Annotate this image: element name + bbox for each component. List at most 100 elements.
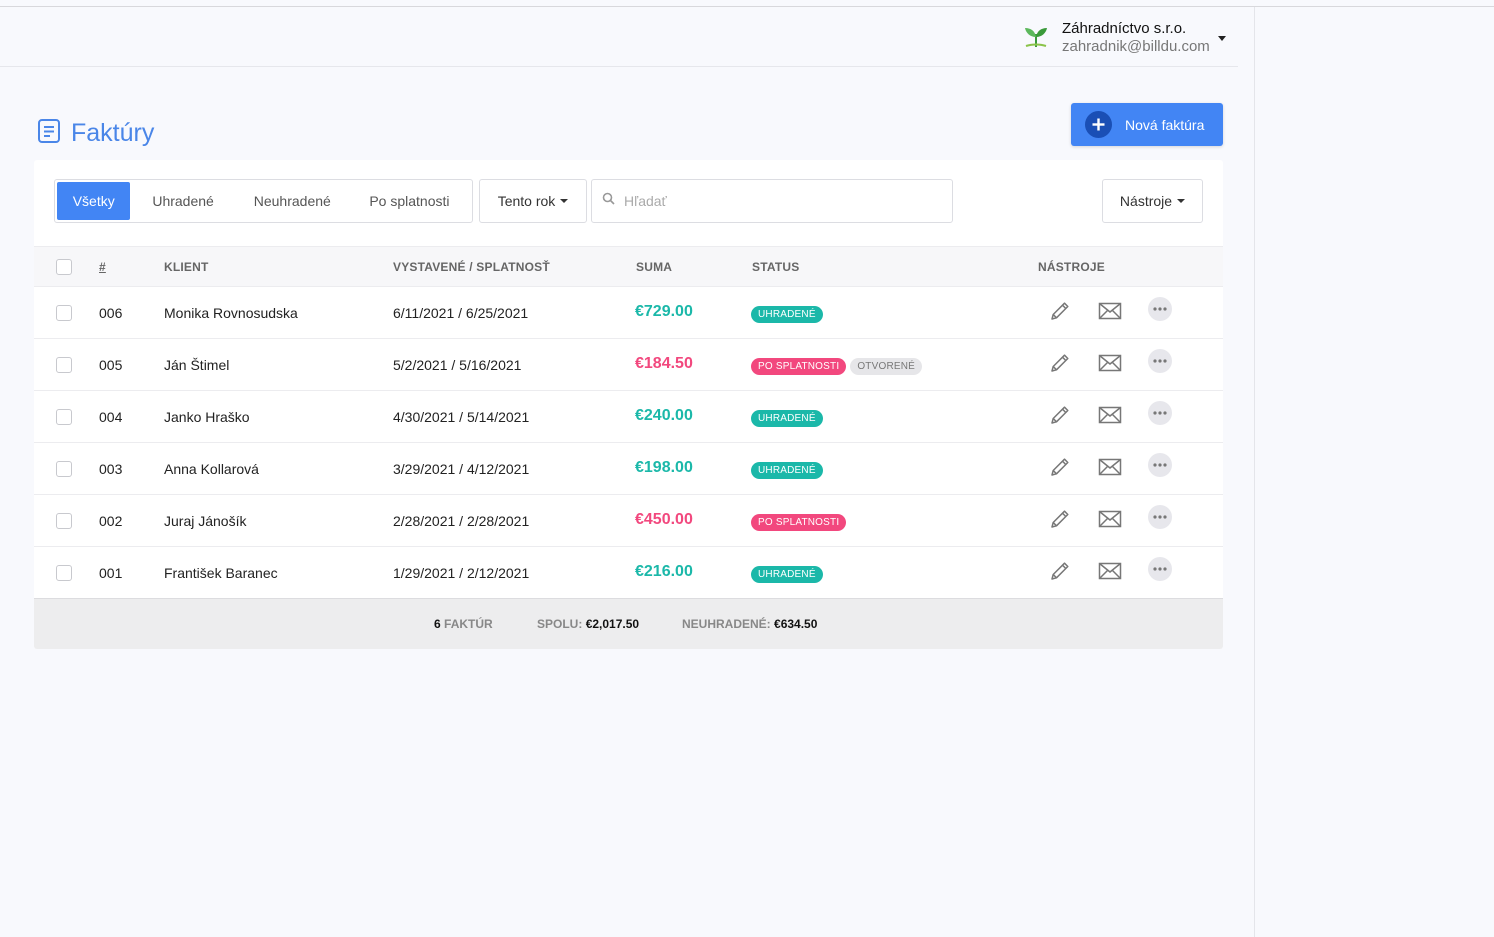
invoice-count-label: FAKTÚR — [444, 617, 493, 631]
edit-pencil-icon[interactable] — [1048, 299, 1072, 323]
total-sum-value: €2,017.50 — [585, 617, 640, 631]
search-icon — [602, 192, 615, 210]
search-box — [591, 179, 953, 223]
invoice-amount: €450.00 — [635, 511, 693, 528]
invoice-number: 002 — [99, 513, 123, 529]
row-checkbox[interactable] — [56, 305, 72, 321]
status-badges: Po splatnosti — [751, 514, 850, 531]
row-checkbox[interactable] — [56, 409, 72, 425]
row-checkbox[interactable] — [56, 513, 72, 529]
status-badges: Po splatnosti Otvorené — [751, 358, 926, 375]
row-checkbox[interactable] — [56, 565, 72, 581]
edit-pencil-icon[interactable] — [1048, 351, 1072, 375]
more-options-icon[interactable] — [1148, 453, 1172, 477]
table-row[interactable]: 003 Anna Kollarová 3/29/2021 / 4/12/2021… — [34, 443, 1223, 495]
total-sum-label: SPOLU: — [537, 617, 583, 631]
total-sum: SPOLU: €2,017.50 — [537, 617, 639, 631]
sprout-logo-icon — [1018, 20, 1054, 56]
header-number[interactable]: # — [99, 260, 106, 274]
edit-pencil-icon[interactable] — [1048, 455, 1072, 479]
header-dates: VYSTAVENÉ / SPLATNOSŤ — [393, 260, 550, 274]
tools-dropdown[interactable]: Nástroje — [1102, 179, 1203, 223]
more-options-icon[interactable] — [1148, 557, 1172, 581]
invoice-amount: €240.00 — [635, 407, 693, 424]
edit-pencil-icon[interactable] — [1048, 403, 1072, 427]
client-name[interactable]: Monika Rovnosudska — [164, 305, 298, 321]
table-row[interactable]: 004 Janko Hraško 4/30/2021 / 5/14/2021 €… — [34, 391, 1223, 443]
invoice-amount: €729.00 — [635, 303, 693, 320]
client-name[interactable]: František Baranec — [164, 565, 278, 581]
table-row[interactable]: 005 Ján Štimel 5/2/2021 / 5/16/2021 €184… — [34, 339, 1223, 391]
invoice-count: 6 FAKTÚR — [434, 617, 493, 631]
chevron-down-icon — [1217, 35, 1226, 41]
send-mail-icon[interactable] — [1098, 351, 1122, 375]
status-badges: Uhradené — [751, 462, 827, 479]
invoice-dates: 4/30/2021 / 5/14/2021 — [393, 409, 530, 425]
status-badges: Uhradené — [751, 566, 827, 583]
select-all-checkbox[interactable] — [56, 259, 72, 275]
page-title: Faktúry — [71, 119, 155, 147]
client-name[interactable]: Ján Štimel — [164, 357, 229, 373]
unpaid-sum: NEUHRADENÉ: €634.50 — [682, 617, 817, 631]
invoice-amount: €184.50 — [635, 355, 693, 372]
search-input[interactable] — [624, 193, 924, 209]
header-status: STATUS — [752, 260, 800, 274]
unpaid-sum-label: NEUHRADENÉ: — [682, 617, 771, 631]
status-badge: Uhradené — [751, 410, 823, 427]
status-badge: Uhradené — [751, 306, 823, 323]
tools-dropdown-label: Nástroje — [1119, 193, 1173, 209]
caret-down-icon — [1177, 199, 1186, 203]
invoice-dates: 6/11/2021 / 6/25/2021 — [393, 305, 529, 321]
header-amount: SUMA — [636, 260, 673, 274]
period-dropdown-label: Tento rok — [497, 193, 556, 209]
status-badge: Po splatnosti — [751, 514, 847, 531]
invoice-dates: 5/2/2021 / 5/16/2021 — [393, 357, 522, 373]
unpaid-sum-value: €634.50 — [774, 617, 818, 631]
table-row[interactable]: 006 Monika Rovnosudska 6/11/2021 / 6/25/… — [34, 287, 1223, 339]
invoice-dates: 1/29/2021 / 2/12/2021 — [393, 565, 530, 581]
document-icon — [37, 118, 61, 149]
more-options-icon[interactable] — [1148, 349, 1172, 373]
send-mail-icon[interactable] — [1098, 559, 1122, 583]
invoice-number: 005 — [99, 357, 123, 373]
account-email: zahradnik@billdu.com — [1062, 38, 1210, 55]
company-name: Záhradníctvo s.r.o. — [1062, 20, 1187, 37]
client-name[interactable]: Juraj Jánošík — [164, 513, 246, 529]
table-header: # KLIENT VYSTAVENÉ / SPLATNOSŤ SUMA STAT… — [34, 246, 1223, 287]
table-row[interactable]: 001 František Baranec 1/29/2021 / 2/12/2… — [34, 547, 1223, 599]
more-options-icon[interactable] — [1148, 297, 1172, 321]
client-name[interactable]: Anna Kollarová — [164, 461, 259, 477]
tab-paid[interactable]: Uhradené — [130, 182, 235, 220]
invoice-dates: 3/29/2021 / 4/12/2021 — [393, 461, 530, 477]
send-mail-icon[interactable] — [1098, 507, 1122, 531]
new-invoice-label: Nová faktúra — [1125, 116, 1205, 133]
row-checkbox[interactable] — [56, 461, 72, 477]
header-client: KLIENT — [164, 260, 209, 274]
tab-all[interactable]: Všetky — [57, 182, 131, 220]
new-invoice-button[interactable]: Nová faktúra — [1071, 103, 1223, 146]
right-panel-divider — [1254, 7, 1255, 937]
status-badge: Uhradené — [751, 566, 823, 583]
status-badges: Uhradené — [751, 306, 827, 323]
edit-pencil-icon[interactable] — [1048, 559, 1072, 583]
send-mail-icon[interactable] — [1098, 299, 1122, 323]
tab-overdue[interactable]: Po splatnosti — [349, 182, 470, 220]
invoices-card: Všetky Uhradené Neuhradené Po splatnosti… — [34, 160, 1223, 649]
status-filter-tabs: Všetky Uhradené Neuhradené Po splatnosti — [54, 179, 473, 223]
window-top-border — [0, 6, 1494, 7]
status-badge: Po splatnosti — [751, 358, 847, 375]
invoice-number: 006 — [99, 305, 123, 321]
status-badge: Otvorené — [850, 358, 923, 375]
account-menu[interactable]: Záhradníctvo s.r.o. zahradnik@billdu.com — [1018, 18, 1226, 58]
more-options-icon[interactable] — [1148, 505, 1172, 529]
table-row[interactable]: 002 Juraj Jánošík 2/28/2021 / 2/28/2021 … — [34, 495, 1223, 547]
row-checkbox[interactable] — [56, 357, 72, 373]
send-mail-icon[interactable] — [1098, 455, 1122, 479]
tab-unpaid[interactable]: Neuhradené — [236, 182, 349, 220]
edit-pencil-icon[interactable] — [1048, 507, 1072, 531]
send-mail-icon[interactable] — [1098, 403, 1122, 427]
period-dropdown[interactable]: Tento rok — [479, 179, 587, 223]
more-options-icon[interactable] — [1148, 401, 1172, 425]
invoice-amount: €198.00 — [635, 459, 693, 476]
client-name[interactable]: Janko Hraško — [164, 409, 250, 425]
